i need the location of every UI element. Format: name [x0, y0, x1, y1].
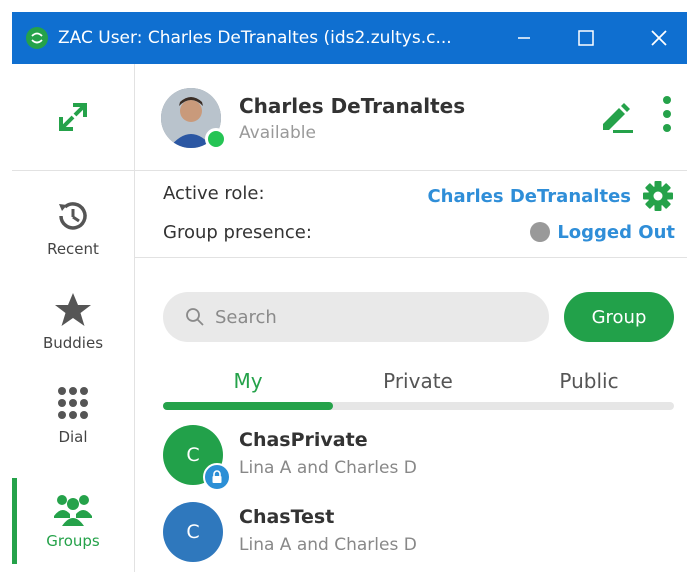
sidebar-item-label: Recent	[47, 240, 99, 258]
list-item[interactable]: C ChasTest Lina A and Charles D	[163, 502, 674, 572]
tab-private[interactable]: Private	[333, 369, 503, 393]
lock-icon	[212, 470, 222, 483]
group-avatar: C	[163, 502, 223, 562]
list-item[interactable]: C ChasPrivate Lina A and Charles D	[163, 425, 674, 495]
close-button[interactable]	[631, 12, 687, 64]
edit-status-button[interactable]	[595, 96, 635, 140]
more-vertical-icon	[663, 96, 671, 132]
user-status[interactable]: Available	[239, 123, 316, 143]
search-input[interactable]	[213, 305, 517, 329]
main-panel: Charles DeTranaltes Available Active rol…	[135, 64, 687, 572]
sidebar-item-label: Buddies	[42, 334, 104, 352]
sidebar-item-label: Groups	[46, 532, 100, 550]
group-presence-label: Group presence:	[163, 222, 312, 243]
presence-indicator	[205, 128, 227, 150]
group-presence-value: Logged Out	[557, 221, 675, 243]
more-options-button[interactable]	[655, 92, 679, 140]
tab-indicator	[163, 402, 333, 410]
group-members: Lina A and Charles D	[239, 535, 417, 555]
tab-indicator-track	[163, 402, 674, 410]
maximize-button[interactable]	[558, 12, 614, 64]
pencil-icon	[603, 103, 633, 133]
sidebar-item-buddies[interactable]: Buddies	[12, 278, 134, 364]
sidebar: Recent Buddies Dial Groups	[12, 64, 135, 572]
window-titlebar: ZAC User: Charles DeTranaltes (ids2.zult…	[12, 12, 687, 64]
active-role-value: Charles DeTranaltes	[427, 185, 631, 207]
user-name: Charles DeTranaltes	[239, 94, 466, 118]
active-indicator	[12, 478, 17, 564]
group-members: Lina A and Charles D	[239, 458, 417, 478]
tab-public[interactable]: Public	[504, 369, 674, 393]
profile-header: Charles DeTranaltes Available	[135, 64, 687, 171]
window-title: ZAC User: Charles DeTranaltes (ids2.zult…	[58, 28, 452, 48]
active-role-selector[interactable]: Charles DeTranaltes	[427, 179, 675, 213]
minimize-button[interactable]	[496, 12, 552, 64]
new-group-button[interactable]: Group	[564, 292, 674, 342]
expand-arrows-icon	[59, 103, 87, 131]
dialpad-icon	[58, 387, 88, 419]
tab-my[interactable]: My	[163, 369, 333, 393]
expand-button[interactable]	[12, 64, 134, 171]
group-name: ChasTest	[239, 506, 335, 528]
lock-badge	[203, 463, 231, 491]
presence-status-dot-icon	[530, 222, 551, 242]
sidebar-item-groups[interactable]: Groups	[12, 478, 134, 564]
sidebar-item-dial[interactable]: Dial	[12, 372, 134, 458]
gear-icon[interactable]	[641, 179, 675, 213]
zultys-app-icon	[26, 27, 48, 49]
people-group-icon	[54, 495, 92, 526]
role-section: Active role: Charles DeTranaltes Group p…	[135, 171, 687, 258]
group-name: ChasPrivate	[239, 429, 368, 451]
sidebar-item-recent[interactable]: Recent	[12, 184, 134, 270]
group-presence-selector[interactable]: Logged Out	[529, 221, 675, 243]
search-box[interactable]	[163, 292, 549, 342]
star-icon	[55, 293, 91, 326]
sidebar-item-label: Dial	[58, 428, 88, 446]
clock-history-icon	[59, 202, 87, 230]
search-icon	[186, 308, 204, 326]
active-role-label: Active role:	[163, 183, 265, 204]
